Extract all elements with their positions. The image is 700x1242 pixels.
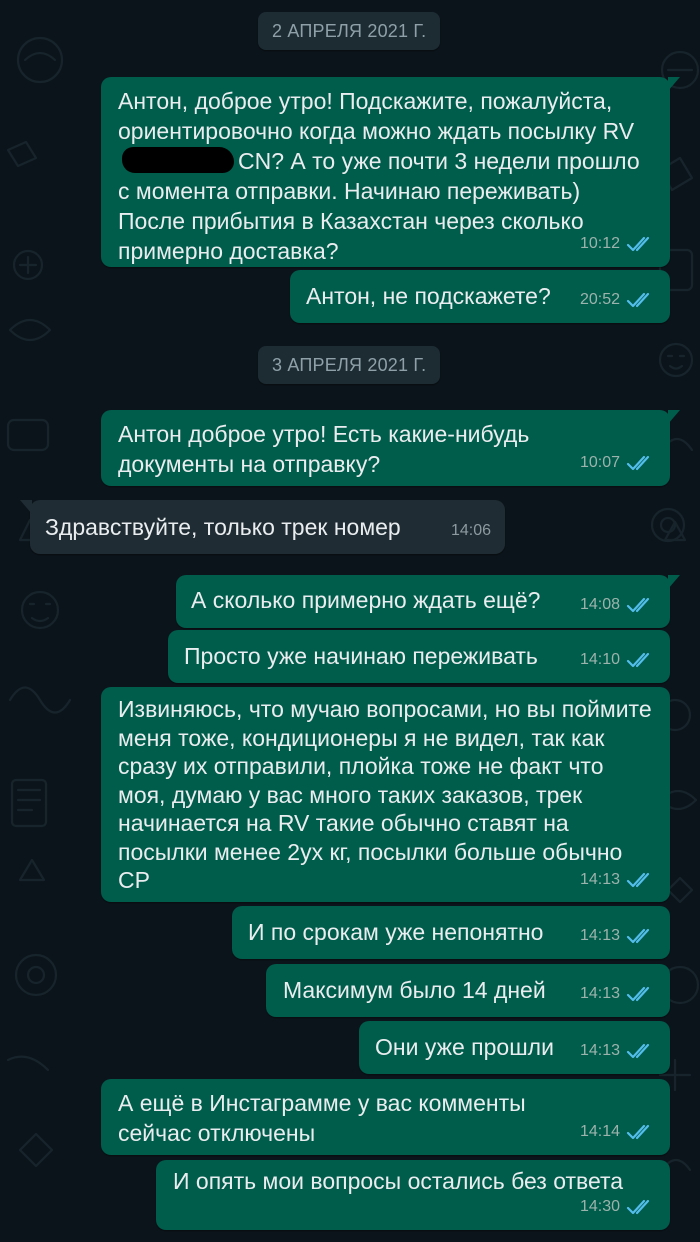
message-bubble[interactable]: Антон доброе утро! Есть какие-нибудь док…: [101, 410, 680, 486]
message-meta: 14:10: [580, 645, 656, 675]
message-text: Извиняюсь, что мучаю вопросами, но вы по…: [118, 696, 652, 893]
message-bubble[interactable]: А сколько примерно ждать ещё? 14:08: [176, 575, 680, 628]
read-ticks-icon: [626, 236, 650, 252]
message-time: 14:13: [579, 1042, 620, 1059]
message-bubble[interactable]: А ещё в Инстаграмме у вас комменты сейча…: [101, 1079, 670, 1155]
read-ticks-icon: [626, 1043, 650, 1059]
message-text: А ещё в Инстаграмме у вас комменты сейча…: [118, 1090, 526, 1146]
message-time: 14:14: [579, 1123, 620, 1140]
message-meta: 14:14: [580, 1117, 656, 1147]
message-bubble[interactable]: Антон, доброе утро! Подскажите, пожалуйс…: [101, 77, 680, 267]
read-ticks-icon: [626, 1124, 650, 1140]
message-meta: 14:13: [580, 866, 656, 895]
message-bubble[interactable]: И по срокам уже непонятно 14:13: [232, 906, 670, 959]
message-bubble[interactable]: Просто уже начинаю переживать 14:10: [168, 630, 670, 683]
read-ticks-icon: [626, 597, 650, 613]
date-separator: 3 АПРЕЛЯ 2021 Г.: [258, 346, 441, 384]
message-meta: 14:13: [580, 979, 656, 1009]
date-separator: 2 АПРЕЛЯ 2021 Г.: [258, 12, 441, 50]
message-text: Здравствуйте, только трек номер: [45, 514, 401, 540]
message-time: 14:13: [579, 870, 620, 888]
message-text: Антон, доброе утро! Подскажите, пожалуйс…: [118, 88, 640, 264]
message-meta: 14:06: [451, 516, 491, 546]
read-ticks-icon: [626, 292, 650, 308]
read-ticks-icon: [626, 986, 650, 1002]
message-bubble[interactable]: Они уже прошли 14:13: [359, 1021, 670, 1074]
message-time: 14:06: [450, 522, 491, 539]
message-time: 14:13: [579, 985, 620, 1002]
message-time: 10:12: [579, 235, 620, 252]
read-ticks-icon: [626, 928, 650, 944]
message-meta: 10:07: [580, 448, 656, 478]
message-time: 14:10: [579, 651, 620, 668]
message-meta: 14:13: [580, 921, 656, 951]
message-time: 14:13: [579, 927, 620, 944]
message-time: 20:52: [579, 291, 620, 308]
message-bubble[interactable]: Извиняюсь, что мучаю вопросами, но вы по…: [101, 687, 670, 902]
message-meta: 14:13: [580, 1036, 656, 1066]
chat-area: 2 АПРЕЛЯ 2021 Г. Антон, доброе утро! Под…: [0, 0, 700, 1242]
message-meta: 14:30: [580, 1192, 656, 1222]
message-bubble[interactable]: Максимум было 14 дней 14:13: [266, 964, 670, 1017]
message-time: 10:07: [579, 454, 620, 471]
message-meta: 14:08: [580, 590, 656, 620]
message-bubble[interactable]: Антон, не подскажете? 20:52: [290, 270, 670, 323]
message-meta: 10:12: [580, 229, 656, 259]
message-time: 14:08: [579, 596, 620, 613]
message-time: 14:30: [579, 1198, 620, 1215]
message-bubble[interactable]: Здравствуйте, только трек номер 14:06: [20, 500, 505, 554]
read-ticks-icon: [626, 1199, 650, 1215]
read-ticks-icon: [626, 652, 650, 668]
read-ticks-icon: [626, 872, 650, 887]
message-text: Антон доброе утро! Есть какие-нибудь док…: [118, 421, 530, 477]
message-bubble[interactable]: И опять мои вопросы остались без ответа …: [156, 1160, 670, 1230]
redaction-mark: [122, 147, 234, 173]
read-ticks-icon: [626, 455, 650, 471]
message-meta: 20:52: [580, 285, 656, 315]
